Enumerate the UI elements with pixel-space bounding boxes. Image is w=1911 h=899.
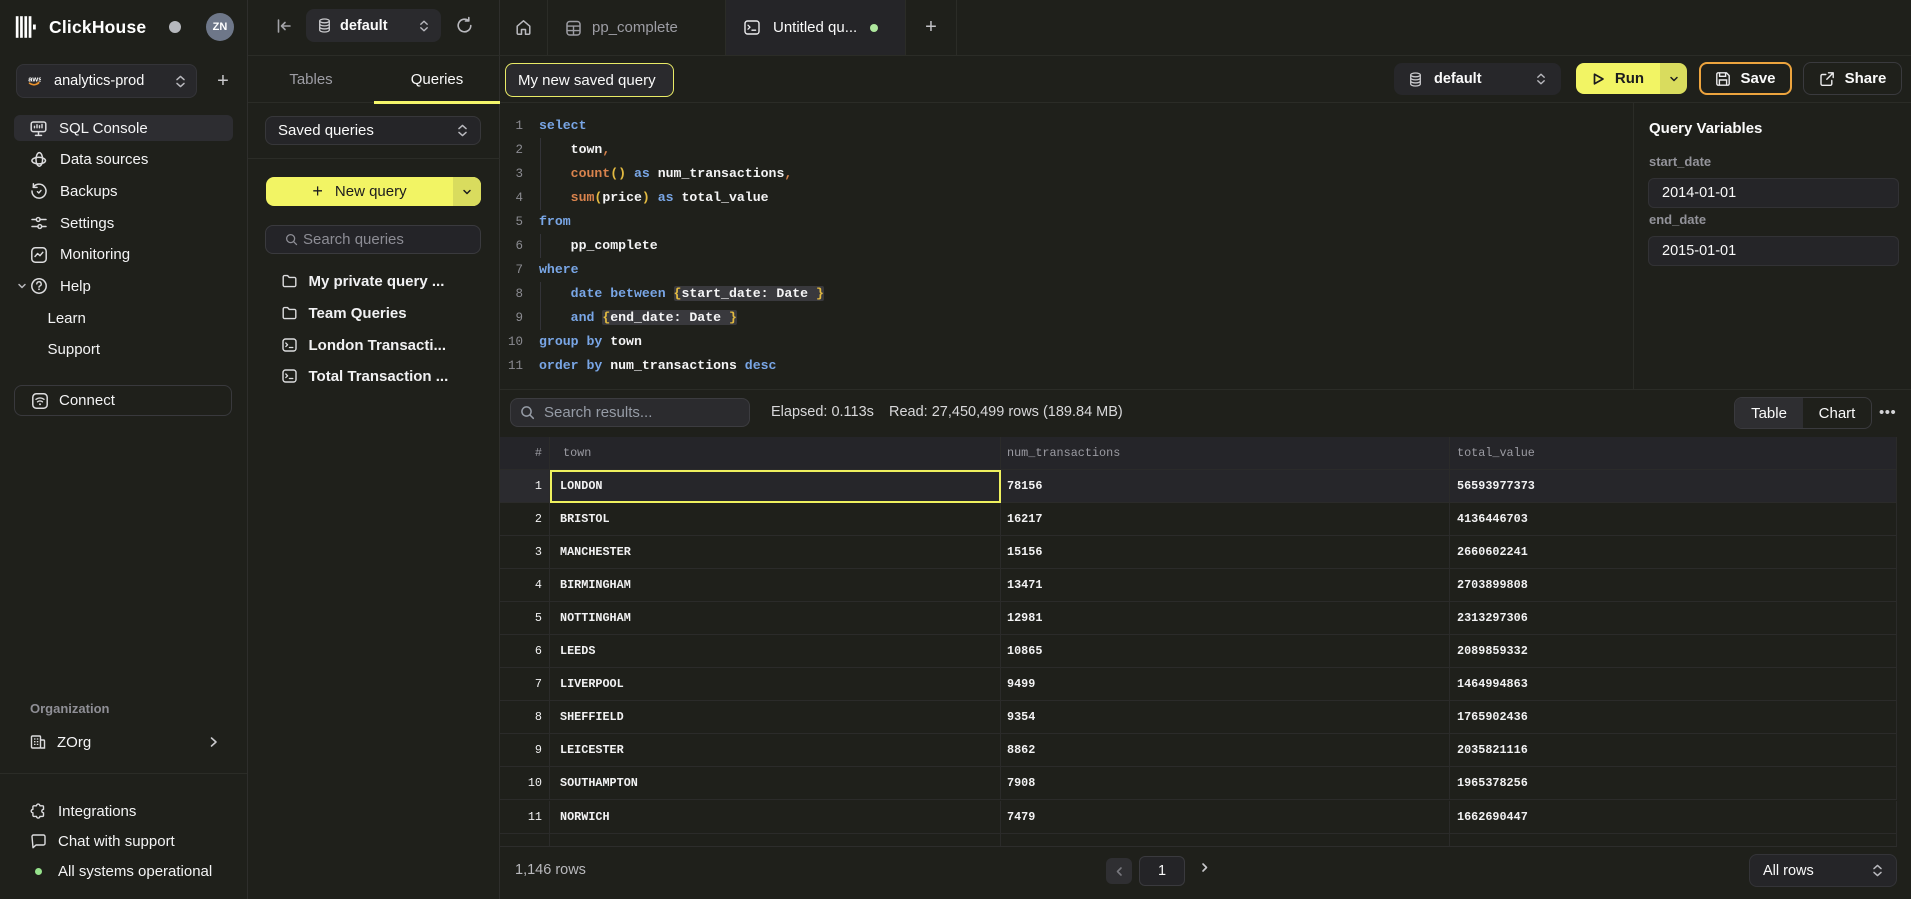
svg-text:aws: aws	[28, 75, 41, 84]
